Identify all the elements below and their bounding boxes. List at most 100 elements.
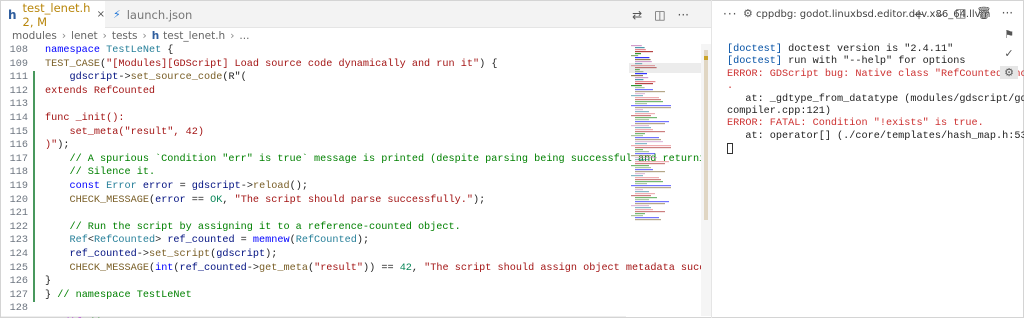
code-text: extends RefCounted: [45, 85, 156, 97]
git-added-indicator[interactable]: [33, 112, 35, 126]
breadcrumb-item[interactable]: lenet: [71, 30, 98, 42]
editor-tab-bar: h test_lenet.h 2, M × ⚡ launch.json ⇄ ◫ …: [1, 0, 711, 29]
code-line[interactable]: 127} // namespace TestLeNet: [1, 288, 626, 303]
c-header-file-icon: h: [8, 7, 17, 22]
code-line[interactable]: 118 // Silence it.: [1, 166, 626, 180]
code-line[interactable]: 122 // Run the script by assigning it to…: [1, 220, 626, 235]
minimap-line: [635, 121, 669, 123]
breadcrumb-item[interactable]: tests: [112, 30, 138, 42]
terminal-prompt[interactable]: [727, 143, 1002, 157]
git-added-indicator[interactable]: [33, 125, 35, 140]
code-line[interactable]: 126}: [1, 275, 626, 289]
minimap-line: [635, 137, 659, 139]
scrollbar[interactable]: [701, 44, 711, 316]
minimap-line: [635, 211, 665, 213]
git-added-indicator[interactable]: [33, 193, 35, 208]
code-text: // Run the script by assigning it to a r…: [69, 221, 461, 233]
minimap-line: [635, 91, 665, 93]
trash-icon[interactable]: 🗑: [976, 6, 991, 23]
code-line[interactable]: 120 CHECK_MESSAGE(error == OK, "The scri…: [1, 193, 626, 208]
breadcrumb-item[interactable]: ...: [239, 30, 249, 42]
split-terminal-icon[interactable]: ◫: [955, 6, 966, 23]
compare-changes-icon[interactable]: ⇄: [632, 8, 642, 22]
add-icon[interactable]: ＋: [913, 6, 925, 23]
minimap-line: [635, 167, 651, 169]
git-added-indicator[interactable]: [33, 71, 35, 85]
git-added-indicator[interactable]: [33, 84, 35, 99]
code-text: } // namespace TestLeNet: [45, 289, 192, 301]
code-line[interactable]: 108 namespace TestLeNet {: [1, 44, 626, 58]
terminal-line: [doctest] doctest version is "2.4.11": [727, 44, 954, 55]
line-number: 125: [9, 262, 28, 274]
git-added-indicator[interactable]: [33, 152, 35, 167]
breadcrumb-item[interactable]: modules: [12, 30, 57, 42]
code-line[interactable]: 114 func _init():: [1, 112, 626, 126]
code-line[interactable]: 121: [1, 207, 626, 221]
code-text: CHECK_MESSAGE(error == OK, "The script s…: [69, 194, 486, 206]
minimap-line: [635, 57, 650, 59]
git-added-indicator[interactable]: [33, 234, 35, 248]
minimap-line: [631, 195, 651, 197]
git-added-indicator[interactable]: [33, 288, 35, 303]
minimap-line: [635, 201, 669, 203]
git-added-indicator[interactable]: [33, 261, 35, 276]
gear-icon: ⚙: [743, 7, 753, 20]
terminal-line: ERROR: FATAL: Condition "!exists" is tru…: [727, 118, 984, 130]
code-text: ref_counted->set_script(gdscript);: [69, 249, 278, 260]
check-icon[interactable]: ✓: [1004, 47, 1013, 60]
chevron-down-icon[interactable]: ⌄: [935, 6, 945, 23]
tab-label: test_lenet.h 2, M: [22, 0, 91, 29]
panel-header: ··· ⚙ cppdbg: godot.linuxbsd.editor.dev.…: [712, 1, 1024, 28]
code-line[interactable]: 113: [1, 98, 626, 112]
close-icon[interactable]: ×: [97, 9, 105, 20]
minimap-line: [635, 157, 657, 159]
code-editor[interactable]: 108 namespace TestLeNet {109 TEST_CASE("[M…: [1, 44, 779, 318]
bug-icon[interactable]: ⚑: [1004, 28, 1014, 41]
code-line[interactable]: 111 gdscript->set_source_code(R"(: [1, 71, 626, 85]
git-added-indicator[interactable]: [33, 166, 35, 180]
minimap-line: [631, 185, 671, 187]
minimap-slider[interactable]: [629, 63, 711, 73]
minimap-line: [635, 169, 653, 171]
code-line[interactable]: 128: [1, 302, 626, 316]
code-line[interactable]: 124 ref_counted->set_script(gdscript);: [1, 248, 626, 262]
minimap-line: [635, 153, 655, 155]
git-added-indicator[interactable]: [33, 220, 35, 235]
git-added-indicator[interactable]: [33, 98, 35, 112]
tab-test-lenet-h[interactable]: h test_lenet.h 2, M ×: [1, 0, 105, 29]
minimap-line: [635, 109, 643, 111]
code-line[interactable]: 119 const Error error = gdscript->reload…: [1, 180, 626, 194]
line-number: 128: [9, 303, 28, 315]
code-line[interactable]: 117 // A spurious `Condition "err" is tr…: [1, 152, 760, 167]
code-text: func _init():: [45, 113, 125, 124]
chevron-right-icon: ›: [61, 30, 67, 42]
git-added-indicator[interactable]: [33, 139, 35, 153]
minimap-line: [635, 81, 656, 83]
minimap-line: [635, 101, 663, 103]
code-line[interactable]: 115 set_meta("result", 42): [1, 125, 626, 140]
minimap-line: [635, 79, 644, 81]
breadcrumb-item[interactable]: test_lenet.h: [163, 30, 225, 42]
code-line[interactable]: 116)");: [1, 139, 626, 153]
git-added-indicator[interactable]: [33, 275, 35, 289]
git-added-indicator[interactable]: [33, 207, 35, 221]
code-line[interactable]: 125 CHECK_MESSAGE(int(ref_counted->get_m…: [1, 261, 779, 276]
gear-icon[interactable]: ⚙: [1000, 66, 1018, 79]
line-number: 109: [9, 58, 28, 70]
code-line[interactable]: 123 Ref<RefCounted> ref_counted = memnew…: [1, 234, 626, 248]
code-line[interactable]: 109 TEST_CASE("[Modules][GDScript] Load s…: [1, 58, 626, 72]
terminal-output[interactable]: [doctest] doctest version is "2.4.11" [do…: [727, 44, 1024, 158]
code-line[interactable]: 112 extends RefCounted: [1, 84, 626, 99]
breadcrumb: modules › lenet › tests › h test_lenet.h…: [12, 28, 249, 44]
more-actions-icon[interactable]: ···: [678, 8, 689, 22]
line-number: 120: [9, 194, 28, 206]
more-icon[interactable]: ···: [723, 7, 737, 21]
git-added-indicator[interactable]: [33, 180, 35, 194]
split-editor-icon[interactable]: ◫: [654, 8, 665, 22]
tab-launch-json[interactable]: ⚡ launch.json: [105, 1, 195, 28]
terminal-side-icons: ⚑ ✓ ⚙: [1000, 28, 1018, 79]
more-actions-icon[interactable]: ···: [1002, 6, 1013, 23]
minimap-line: [635, 161, 669, 163]
minimap-line: [635, 117, 657, 119]
git-added-indicator[interactable]: [33, 248, 35, 262]
